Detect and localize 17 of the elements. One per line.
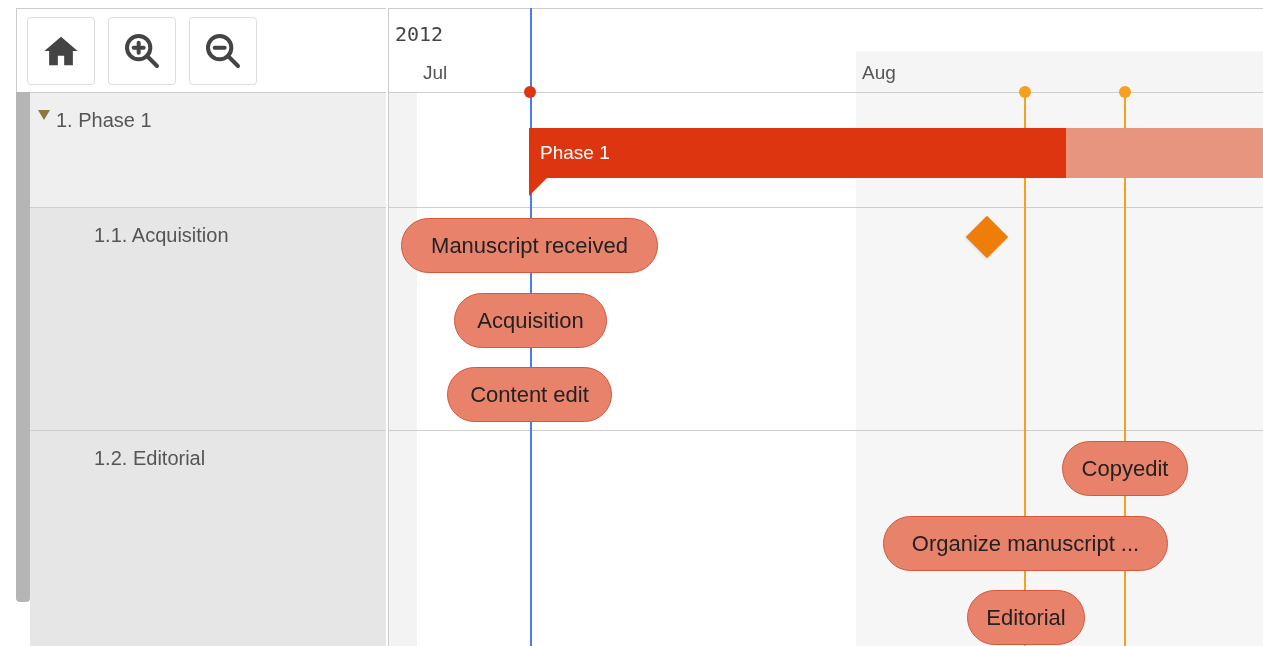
task-bar[interactable]: Manuscript received	[401, 218, 658, 273]
home-button[interactable]	[27, 16, 95, 85]
tree-row-label[interactable]: 1.2. Editorial	[94, 443, 206, 473]
tree-row-label[interactable]: 1.1. Acquisition	[94, 220, 229, 250]
task-bar[interactable]: Acquisition	[454, 293, 607, 348]
task-bar[interactable]: Organize manuscript ...	[883, 516, 1168, 571]
collapse-caret-icon[interactable]	[38, 110, 50, 120]
month-label: Jul	[423, 62, 448, 83]
scrollbar[interactable]	[16, 92, 30, 602]
task-bar[interactable]: Content edit	[447, 367, 612, 422]
task-bar[interactable]: Copyedit	[1062, 441, 1188, 496]
month-label: Aug	[862, 62, 896, 83]
zoom-out-button[interactable]	[189, 16, 257, 85]
year-label: 2012	[395, 21, 444, 48]
task-bar[interactable]: Editorial	[967, 590, 1085, 645]
zoom-in-button[interactable]	[108, 16, 176, 85]
tree-row-label[interactable]: 1. Phase 1	[56, 105, 152, 135]
